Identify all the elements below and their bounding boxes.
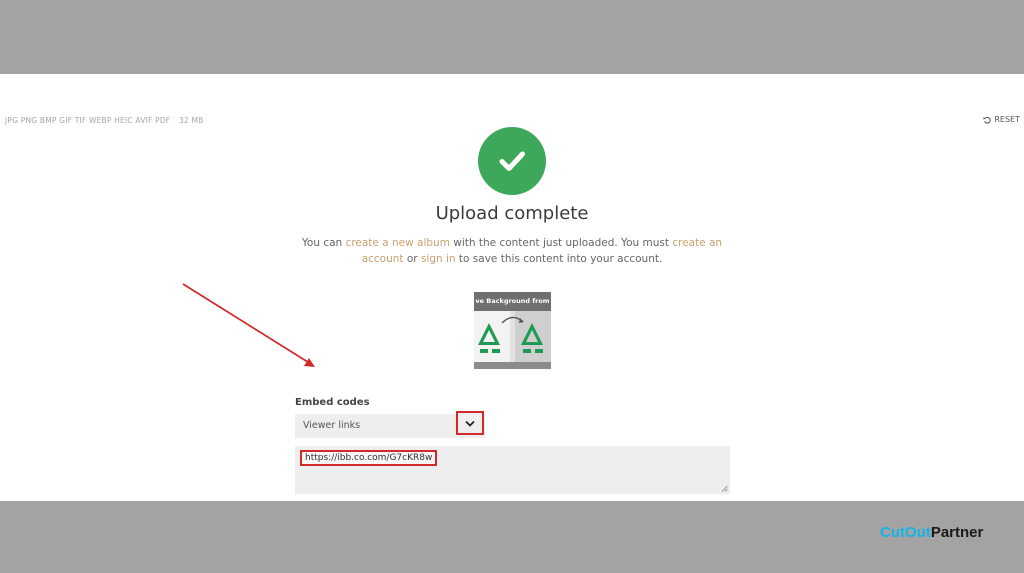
- sign-in-link[interactable]: sign in: [421, 253, 456, 265]
- message-text-2: with the content just uploaded. You must: [449, 237, 673, 249]
- reset-icon: [983, 116, 992, 124]
- upload-panel: JPG PNG BMP GIF TIF WEBP HEIC AVIF PDF 3…: [0, 74, 1024, 501]
- uploaded-image-thumbnail[interactable]: ve Background from: [474, 292, 551, 369]
- bottom-letterbox: [0, 501, 1024, 573]
- check-icon: [499, 151, 525, 171]
- embed-codes-label: Embed codes: [295, 397, 370, 408]
- upload-message: You can create a new album with the cont…: [300, 236, 724, 267]
- embed-type-value: Viewer links: [303, 420, 361, 431]
- thumbnail-footer: [474, 362, 551, 369]
- chevron-down-icon: [465, 420, 475, 427]
- embed-code-url[interactable]: https://ibb.co.com/G7cKR8w: [300, 450, 438, 466]
- thumbnail-artwork: [474, 311, 551, 363]
- max-size: 32 MB: [178, 116, 204, 125]
- message-text-3: or: [403, 252, 421, 265]
- reset-button[interactable]: RESET: [983, 115, 1020, 124]
- supported-formats: JPG PNG BMP GIF TIF WEBP HEIC AVIF PDF 3…: [5, 116, 203, 125]
- thumbnail-caption: ve Background from: [474, 292, 551, 311]
- embed-type-dropdown-button[interactable]: [456, 411, 484, 435]
- formats-list: JPG PNG BMP GIF TIF WEBP HEIC AVIF PDF: [5, 116, 171, 125]
- watermark-out: Out: [905, 524, 931, 541]
- watermark-partner: Partner: [930, 524, 984, 541]
- message-text-1: You can: [301, 237, 346, 249]
- watermark-cut: Cut: [880, 524, 905, 541]
- resize-handle-icon[interactable]: [721, 485, 728, 492]
- success-badge: [478, 127, 546, 195]
- cutoutpartner-watermark: CutOutPartner: [880, 524, 983, 541]
- message-text-4: to save this content into your account.: [455, 252, 663, 265]
- page-title: Upload complete: [435, 203, 589, 224]
- create-album-link[interactable]: create a new album: [346, 237, 450, 249]
- reset-label: RESET: [994, 115, 1020, 124]
- embed-code-textarea[interactable]: https://ibb.co.com/G7cKR8w: [295, 446, 730, 494]
- top-letterbox: [0, 0, 1024, 74]
